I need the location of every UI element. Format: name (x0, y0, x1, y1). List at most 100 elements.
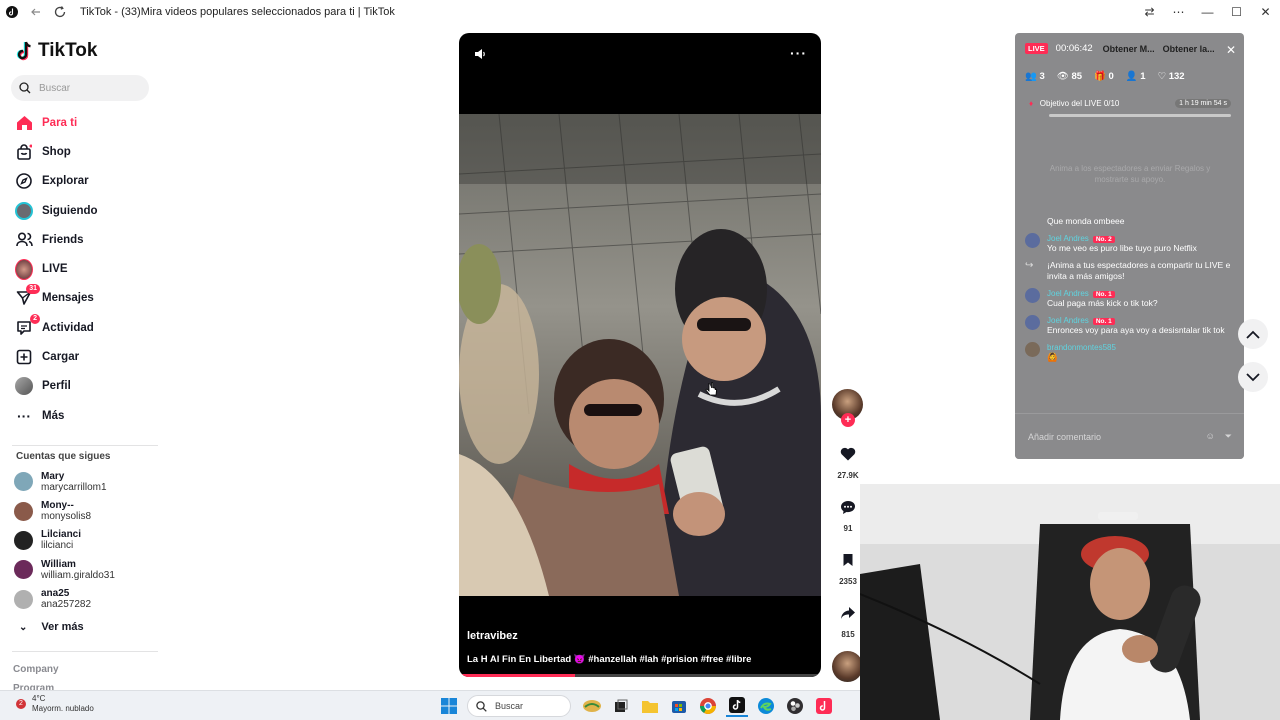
share-count: 815 (841, 630, 855, 639)
nav-perfil[interactable]: Perfil (0, 372, 170, 401)
nav-label: Friends (42, 233, 84, 246)
avatar (14, 472, 33, 492)
like-button[interactable]: 27.9K (831, 440, 865, 480)
tiktok-logo[interactable]: TikTok (16, 40, 97, 62)
comment-count: 91 (843, 524, 853, 533)
following-name: Lilcianci (41, 529, 82, 541)
store-icon[interactable] (668, 695, 690, 717)
chat-text: 🙆 (1047, 352, 1058, 362)
taskbar: 2 4°C Mayorm. nublado Buscar (0, 690, 860, 720)
live-chat: Que monda ombeee Joel Andres No. 2 Yo me … (1025, 216, 1237, 369)
sidebar: TikTok Buscar Para ti Shop Explorar Sigu… (0, 24, 170, 694)
tiktok-app-icon (4, 4, 20, 20)
close-icon[interactable]: ✕ (1251, 5, 1280, 19)
live-goal[interactable]: ♦ Objetivo del LIVE 0/10 1 h 19 min 54 s (1029, 99, 1231, 117)
following-list: Mary marycarrillom1 Mony-- monysolis8 Lilc… (14, 467, 164, 614)
nav-label: Más (42, 409, 65, 422)
close-icon[interactable]: ✕ (1226, 43, 1236, 57)
taskbar-apps: Buscar (438, 695, 842, 717)
search-icon (19, 82, 31, 94)
filter-icon[interactable]: ⏷ (1225, 431, 1232, 442)
following-handle: monysolis8 (41, 511, 92, 523)
chat-text: Enronces voy para aya voy a desisntalar … (1047, 325, 1225, 335)
comment-input[interactable]: Añadir comentario ☺ ⏷ (1015, 413, 1244, 459)
emoji-icon[interactable]: ☺ (1206, 431, 1215, 442)
nav-cargar[interactable]: Cargar (0, 342, 170, 371)
obs-icon[interactable] (784, 695, 806, 717)
tiktok-note-icon (16, 41, 31, 61)
nav-friends[interactable]: Friends (0, 225, 170, 254)
translate-icon[interactable]: ⇄ (1135, 5, 1164, 19)
windows-start-icon[interactable] (438, 695, 460, 717)
tiktok-live-studio-icon[interactable] (813, 695, 835, 717)
creator-avatar[interactable]: + (832, 389, 863, 427)
avatar (1025, 342, 1040, 357)
tiktok-taskbar-icon[interactable] (726, 695, 748, 717)
friends-icon (15, 231, 33, 249)
following-item[interactable]: Lilcianci lilcianci (14, 526, 164, 555)
weather-widget[interactable]: 2 4°C Mayorm. nublado (16, 694, 94, 714)
video-player[interactable]: ··· letravibez La H Al Fin En Libertad 👿… (459, 33, 821, 677)
nav-label: Cargar (42, 351, 80, 364)
following-item[interactable]: William william.giraldo31 (14, 555, 164, 584)
see-more-button[interactable]: ⌄ Ver más (19, 621, 84, 633)
viewers-stat: 👥 3 (1025, 71, 1045, 82)
nav-label: LIVE (42, 263, 68, 276)
nav-siguiendo[interactable]: Siguiendo (0, 196, 170, 225)
nav-live[interactable]: LIVE (0, 254, 170, 283)
chat-user[interactable]: brandonmontes585 (1047, 343, 1116, 352)
video-progress-bar[interactable] (459, 674, 821, 677)
widgets-icon[interactable] (581, 695, 603, 717)
video-author[interactable]: letravibez (467, 630, 518, 642)
nav-mas[interactable]: ··· Más (0, 401, 170, 430)
nav-mensajes[interactable]: 31 Mensajes (0, 284, 170, 313)
reload-icon[interactable] (52, 4, 68, 20)
taskbar-search[interactable]: Buscar (467, 695, 571, 717)
following-item[interactable]: ana25 ana257282 (14, 585, 164, 614)
following-handle: ana257282 (41, 599, 92, 611)
back-icon[interactable] (28, 4, 44, 20)
chevron-down-icon: ⌄ (19, 621, 28, 633)
nav-label: Actividad (42, 321, 94, 334)
following-item[interactable]: Mony-- monysolis8 (14, 496, 164, 525)
likes-stat: ♡ 132 (1157, 71, 1185, 82)
main-nav: Para ti Shop Explorar Siguiendo Friends … (0, 108, 170, 430)
live-stats: 👥 3 👁 85 🎁 0 👤 1 ♡ 132 (1025, 71, 1197, 82)
file-explorer-icon[interactable] (639, 695, 661, 717)
nav-explorar[interactable]: Explorar (0, 167, 170, 196)
next-video-button[interactable] (1238, 362, 1268, 392)
music-disc-avatar[interactable] (832, 651, 863, 682)
following-item[interactable]: Mary marycarrillom1 (14, 467, 164, 496)
messages-badge: 31 (26, 284, 40, 295)
chat-user[interactable]: Joel Andres (1047, 316, 1089, 325)
live-chip-2[interactable]: Obtener la... (1163, 44, 1215, 54)
weather-temp: 4°C (32, 694, 46, 703)
video-more-icon[interactable]: ··· (790, 45, 807, 61)
volume-icon[interactable] (473, 47, 487, 66)
footer-company[interactable]: Company (13, 664, 59, 675)
search-input[interactable]: Buscar (11, 75, 149, 101)
nav-shop[interactable]: Shop (0, 137, 170, 166)
shop-icon (15, 143, 33, 161)
chat-message: Joel Andres No. 2 Yo me veo es puro libe … (1025, 233, 1237, 254)
chat-user[interactable]: Joel Andres (1047, 289, 1089, 298)
previous-video-button[interactable] (1238, 319, 1268, 349)
chat-user[interactable]: Joel Andres (1047, 234, 1089, 243)
edge-icon[interactable] (755, 695, 777, 717)
task-view-icon[interactable] (610, 695, 632, 717)
weather-desc: Mayorm. nublado (32, 704, 94, 713)
following-avatar-icon (15, 201, 33, 220)
gifts-stat: 🎁 0 (1094, 71, 1114, 82)
nav-actividad[interactable]: 2 Actividad (0, 313, 170, 342)
menu-dots-icon[interactable]: ⋯ (1164, 5, 1193, 19)
maximize-icon[interactable]: ☐ (1222, 5, 1251, 19)
following-name: Mary (41, 470, 65, 482)
minimize-icon[interactable]: — (1193, 5, 1222, 19)
comment-placeholder: Añadir comentario (1028, 431, 1102, 442)
nav-label: Shop (42, 145, 71, 158)
chrome-icon[interactable] (697, 695, 719, 717)
follow-plus-icon[interactable]: + (841, 413, 855, 427)
nav-para-ti[interactable]: Para ti (0, 108, 170, 137)
video-progress-fill (459, 674, 575, 677)
live-chip-1[interactable]: Obtener M... (1103, 44, 1155, 54)
